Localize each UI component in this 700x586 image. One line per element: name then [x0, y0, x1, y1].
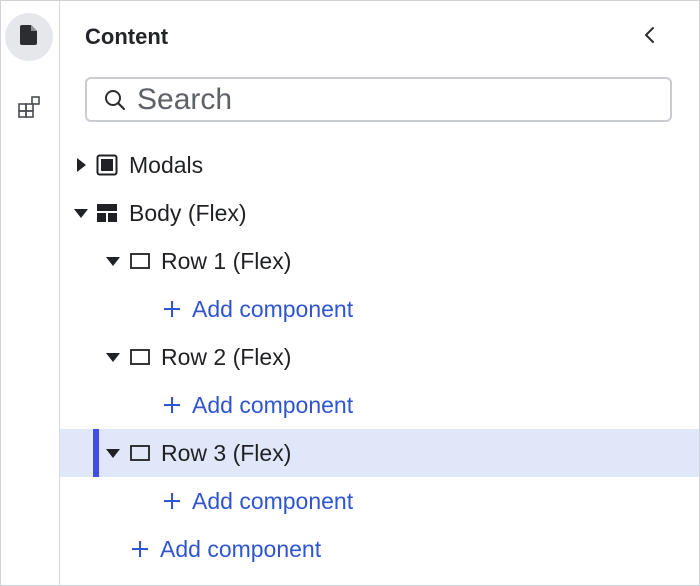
components-tab-button[interactable] — [5, 85, 53, 133]
add-component-label: Add component — [192, 296, 354, 322]
add-component-row: Add component — [60, 477, 699, 525]
chevron-left-icon — [643, 25, 657, 50]
add-component-row: Add component — [60, 381, 699, 429]
add-component-row: Add component — [60, 525, 699, 573]
add-component-link[interactable]: Add component — [162, 487, 353, 515]
components-icon — [17, 95, 41, 124]
tree-item-row-3[interactable]: Row 3 (Flex) — [60, 429, 699, 477]
tree-item-body[interactable]: Body (Flex) — [60, 189, 699, 237]
layout-icon — [96, 202, 118, 224]
search-icon — [103, 88, 127, 112]
add-component-label: Add component — [192, 392, 354, 418]
plus-icon — [162, 395, 182, 415]
caret-down-icon[interactable] — [104, 444, 122, 462]
container-icon — [129, 442, 151, 464]
add-component-label: Add component — [192, 488, 354, 514]
container-icon — [129, 346, 151, 368]
caret-down-icon[interactable] — [72, 204, 90, 222]
tree-item-label: Row 2 (Flex) — [161, 344, 292, 370]
document-icon — [19, 24, 39, 51]
add-component-link[interactable]: Add component — [162, 295, 353, 323]
panel-title: Content — [85, 24, 169, 49]
tree-item-label: Body (Flex) — [129, 200, 247, 226]
tree-item-label: Row 1 (Flex) — [161, 248, 292, 274]
caret-down-icon[interactable] — [104, 252, 122, 270]
content-panel-window: Content Search Modals Body (Flex) Row 1 … — [0, 0, 700, 586]
tree-item-label: Row 3 (Flex) — [161, 440, 292, 466]
tree-item-label: Modals — [129, 152, 204, 178]
add-component-label: Add component — [160, 536, 322, 562]
collapse-panel-button[interactable] — [638, 25, 662, 49]
selection-indicator — [93, 429, 99, 477]
caret-down-icon[interactable] — [104, 348, 122, 366]
tree-item-modals[interactable]: Modals — [60, 141, 699, 189]
content-tab-button[interactable] — [5, 13, 53, 61]
plus-icon — [130, 539, 150, 559]
tree-item-row-2[interactable]: Row 2 (Flex) — [60, 333, 699, 381]
add-component-link[interactable]: Add component — [130, 535, 321, 563]
side-rail — [1, 1, 60, 585]
search-box — [85, 77, 672, 122]
caret-right-icon[interactable] — [72, 156, 90, 174]
add-component-link[interactable]: Add component — [162, 391, 353, 419]
content-panel: Content Search Modals Body (Flex) Row 1 … — [60, 1, 699, 585]
plus-icon — [162, 491, 182, 511]
add-component-row: Add component — [60, 285, 699, 333]
modal-icon — [96, 154, 118, 176]
plus-icon — [162, 299, 182, 319]
tree-item-row-1[interactable]: Row 1 (Flex) — [60, 237, 699, 285]
container-icon — [129, 250, 151, 272]
search-input[interactable] — [137, 80, 637, 119]
